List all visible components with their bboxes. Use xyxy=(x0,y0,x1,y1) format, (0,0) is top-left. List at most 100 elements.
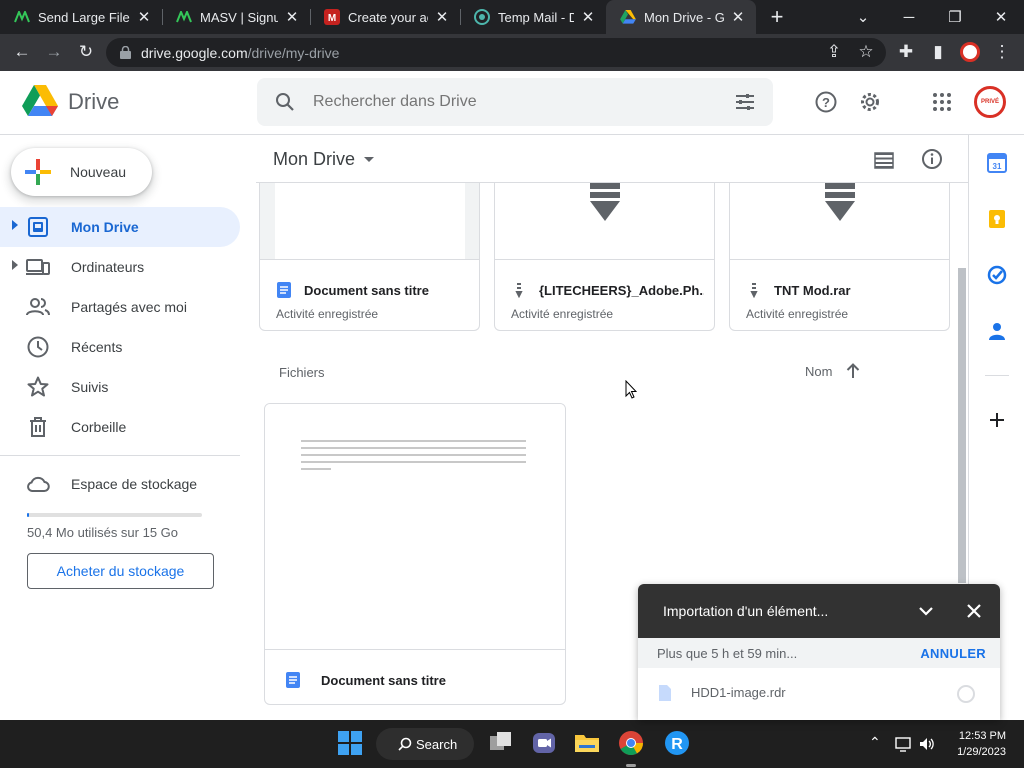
main-scrollbar[interactable] xyxy=(958,268,966,583)
network-icon[interactable] xyxy=(895,735,913,753)
info-icon[interactable] xyxy=(921,148,943,170)
account-avatar[interactable]: PRIVÉ xyxy=(974,86,1006,118)
title-dropdown-icon[interactable] xyxy=(364,157,374,162)
storage-progress-fill xyxy=(27,513,29,517)
search-input[interactable] xyxy=(313,90,713,114)
expand-caret-icon[interactable] xyxy=(12,220,18,230)
help-icon[interactable]: ? xyxy=(814,90,838,114)
search-options-icon[interactable] xyxy=(733,90,757,114)
tab-masv-signup[interactable]: MASV | Signup ✕ xyxy=(162,0,310,34)
masv-icon xyxy=(176,9,192,25)
chrome-icon[interactable] xyxy=(618,730,644,756)
add-addon-icon[interactable] xyxy=(987,410,1007,430)
search-bar xyxy=(257,78,773,126)
upload-progress-panel: Importation d'un élément... Plus que 5 h… xyxy=(638,584,1000,720)
restore-button[interactable]: ❐ xyxy=(932,0,978,34)
tasks-icon[interactable] xyxy=(987,265,1007,285)
cancel-upload-button[interactable]: ANNULER xyxy=(920,646,986,661)
browser-toolbar: ← → ↻ drive.google.com/drive/my-drive ⇪ … xyxy=(0,34,1024,71)
reload-icon[interactable]: ↻ xyxy=(74,40,98,64)
file-explorer-icon[interactable] xyxy=(574,730,600,756)
buy-storage-button[interactable]: Acheter du stockage xyxy=(27,553,214,589)
teams-chat-icon[interactable] xyxy=(531,730,557,756)
upload-file-name: HDD1-image.rdr xyxy=(691,685,786,700)
new-button[interactable]: Nouveau xyxy=(11,148,152,196)
upload-time-remaining: Plus que 5 h et 59 min... xyxy=(657,646,798,661)
contacts-icon[interactable] xyxy=(987,321,1007,341)
close-tab-icon[interactable]: ✕ xyxy=(136,9,152,26)
tab-gmail[interactable]: M Create your acc ✕ xyxy=(310,0,460,34)
zip-archive-icon xyxy=(825,183,855,221)
close-icon[interactable] xyxy=(965,602,983,620)
drive-logo-icon[interactable] xyxy=(22,85,58,117)
my-drive-icon xyxy=(28,217,48,237)
sidebar-item-mon-drive[interactable]: Mon Drive xyxy=(0,207,240,247)
r-app-icon[interactable]: R xyxy=(664,730,690,756)
address-bar[interactable]: drive.google.com/drive/my-drive xyxy=(106,38,886,67)
windows-start-icon[interactable] xyxy=(337,730,363,756)
taskbar-search[interactable]: Search xyxy=(376,728,474,760)
drive-brand-name[interactable]: Drive xyxy=(68,89,119,115)
cloud-icon xyxy=(27,476,50,492)
tab-mon-drive[interactable]: Mon Drive - Goo ✕ xyxy=(606,0,756,34)
archive-file-icon xyxy=(750,283,758,298)
back-icon[interactable]: ← xyxy=(10,40,34,64)
sidebar-item-recents[interactable]: Récents xyxy=(0,327,240,367)
svg-text:R: R xyxy=(671,736,683,753)
task-view-icon[interactable] xyxy=(488,730,514,756)
close-tab-icon[interactable]: ✕ xyxy=(730,9,746,26)
google-docs-icon xyxy=(277,282,291,298)
document-thumbnail xyxy=(265,404,565,650)
keep-icon[interactable] xyxy=(987,209,1007,229)
search-icon[interactable] xyxy=(273,90,297,114)
star-icon xyxy=(27,376,49,397)
apps-grid-icon[interactable] xyxy=(930,90,954,114)
sidebar-item-suivis[interactable]: Suivis xyxy=(0,367,240,407)
share-icon[interactable]: ⇪ xyxy=(822,40,846,64)
close-tab-icon[interactable]: ✕ xyxy=(284,9,300,26)
tray-overflow-chevron-icon[interactable]: ⌃ xyxy=(869,734,881,751)
file-card-document[interactable]: Document sans titre xyxy=(264,403,566,705)
tab-search-icon[interactable]: ⌄ xyxy=(840,0,886,34)
volume-icon[interactable] xyxy=(918,735,936,753)
profile-avatar[interactable] xyxy=(958,40,982,64)
close-tab-icon[interactable]: ✕ xyxy=(434,9,450,26)
sort-by-name-button[interactable]: Nom xyxy=(805,364,832,379)
svg-text:31: 31 xyxy=(993,162,1002,171)
collapse-chevron-icon[interactable] xyxy=(917,602,935,620)
file-icon xyxy=(659,685,671,701)
sidebar-item-partages[interactable]: Partagés avec moi xyxy=(0,287,240,327)
forward-icon[interactable]: → xyxy=(42,40,66,64)
lock-icon xyxy=(120,46,131,59)
upload-panel-header: Importation d'un élément... xyxy=(638,584,1000,638)
taskbar-clock[interactable]: 12:53 PM 1/29/2023 xyxy=(940,728,1006,760)
close-tab-icon[interactable]: ✕ xyxy=(580,9,596,26)
extensions-icon[interactable]: ✚ xyxy=(894,40,918,64)
upload-spinner-icon xyxy=(957,685,975,703)
sidebar: Nouveau Mon Drive Ordinateurs Partagés a… xyxy=(0,135,256,720)
expand-caret-icon[interactable] xyxy=(12,260,18,270)
settings-gear-icon[interactable] xyxy=(858,90,882,114)
computers-icon xyxy=(26,259,50,275)
chrome-menu-icon[interactable]: ⋮ xyxy=(990,40,1014,64)
sort-ascending-arrow-icon[interactable] xyxy=(844,362,862,380)
mouse-cursor xyxy=(625,380,637,399)
search-icon xyxy=(398,737,412,751)
calendar-icon[interactable]: 31 xyxy=(987,153,1007,173)
tab-temp-mail[interactable]: Temp Mail - Disp ✕ xyxy=(460,0,606,34)
files-section-heading: Fichiers xyxy=(279,365,325,380)
trash-icon xyxy=(30,417,46,437)
sidebar-item-corbeille[interactable]: Corbeille xyxy=(0,407,240,447)
sidebar-item-storage[interactable]: Espace de stockage xyxy=(0,464,240,504)
windows-taskbar: Search R ⌃ 12:53 PM 1/29/2023 xyxy=(0,720,1024,768)
bookmark-star-icon[interactable]: ☆ xyxy=(854,40,878,64)
new-tab-button[interactable]: + xyxy=(765,4,789,29)
tab-send-large-files[interactable]: Send Large Files ✕ xyxy=(0,0,162,34)
storage-progress-bar xyxy=(27,513,202,517)
sidebar-item-ordinateurs[interactable]: Ordinateurs xyxy=(0,247,240,287)
side-panel-icon[interactable]: ▮ xyxy=(926,40,950,64)
page-title[interactable]: Mon Drive xyxy=(273,149,355,170)
minimize-button[interactable]: ─ xyxy=(886,0,932,34)
close-window-button[interactable]: ✕ xyxy=(978,0,1024,34)
list-view-icon[interactable] xyxy=(873,149,895,171)
